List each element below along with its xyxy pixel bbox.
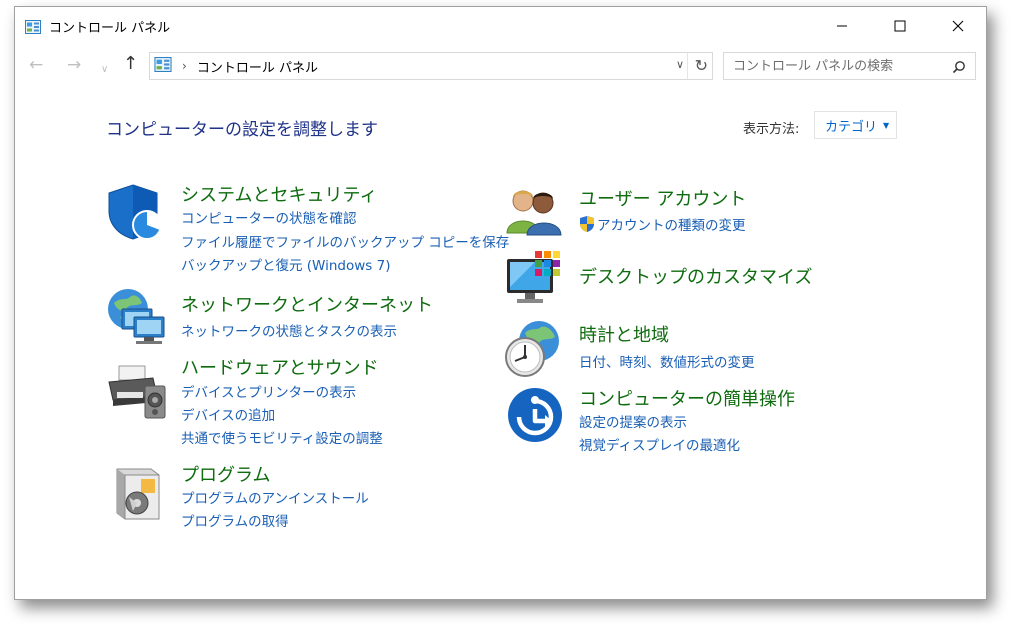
control-panel-window: コントロール パネル ← → ∨ ↑ › コントロール パネル ∨ ↻ コントロ… (14, 6, 987, 600)
link-uninstall-program[interactable]: プログラムのアンインストール (181, 487, 369, 507)
close-icon (952, 20, 964, 32)
maximize-icon (894, 20, 906, 32)
category-title-programs[interactable]: プログラム (181, 461, 270, 487)
refresh-icon[interactable]: ↻ (695, 56, 708, 75)
ease-of-access-icon[interactable] (507, 387, 563, 447)
address-divider (687, 53, 688, 79)
link-date-time-number-formats[interactable]: 日付、時刻、数値形式の変更 (579, 351, 755, 371)
close-button[interactable] (929, 7, 987, 45)
view-by-value: カテゴリ (825, 119, 878, 135)
clock-globe-icon[interactable] (503, 319, 563, 383)
page-title: コンピューターの設定を調整します (106, 120, 378, 140)
window-title: コントロール パネル (49, 21, 171, 36)
breadcrumb-control-panel[interactable]: コントロール パネル (197, 57, 318, 76)
link-add-device[interactable]: デバイスの追加 (181, 404, 275, 424)
link-mobility-settings[interactable]: 共通で使うモビリティ設定の調整 (181, 427, 383, 447)
category-title-system-security[interactable]: システムとセキュリティ (181, 181, 377, 207)
link-file-history-backup[interactable]: ファイル履歴でファイルのバックアップ コピーを保存 (181, 231, 509, 251)
dropdown-caret-icon: ▼ (883, 120, 890, 130)
category-title-ease-of-access[interactable]: コンピューターの簡単操作 (579, 385, 795, 411)
breadcrumb-separator-icon[interactable]: › (182, 59, 187, 73)
control-panel-icon (25, 19, 41, 38)
view-by-label: 表示方法: (743, 122, 800, 137)
link-backup-restore[interactable]: バックアップと復元 (Windows 7) (181, 254, 390, 274)
search-box[interactable] (723, 52, 976, 80)
search-input[interactable] (724, 53, 944, 79)
link-suggested-settings[interactable]: 設定の提案の表示 (579, 411, 687, 431)
link-devices-printers[interactable]: デバイスとプリンターの表示 (181, 381, 356, 401)
recent-locations-chevron-icon[interactable]: ∨ (101, 60, 108, 80)
link-optimize-visual-display[interactable]: 視覚ディスプレイの最適化 (579, 434, 740, 454)
category-title-desktop-customization[interactable]: デスクトップのカスタマイズ (579, 263, 812, 289)
users-icon[interactable] (505, 187, 563, 241)
shield-icon[interactable] (107, 183, 165, 245)
search-icon[interactable] (952, 59, 966, 78)
title-bar[interactable]: コントロール パネル (15, 7, 986, 45)
view-by-dropdown[interactable]: カテゴリ ▼ (814, 111, 897, 139)
link-network-status-tasks[interactable]: ネットワークの状態とタスクの表示 (181, 320, 397, 340)
navigation-bar: ← → ∨ ↑ › コントロール パネル ∨ ↻ (15, 49, 986, 83)
link-change-account-type[interactable]: アカウントの種類の変更 (579, 214, 746, 234)
up-arrow-icon[interactable]: ↑ (123, 54, 138, 74)
minimize-button[interactable] (813, 7, 871, 45)
maximize-button[interactable] (871, 7, 929, 45)
forward-arrow-icon[interactable]: → (67, 55, 81, 75)
uac-shield-icon (580, 216, 594, 232)
back-arrow-icon[interactable]: ← (29, 55, 43, 75)
link-change-account-type-label: アカウントの種類の変更 (597, 218, 746, 234)
printer-icon[interactable] (107, 362, 167, 424)
category-title-network-internet[interactable]: ネットワークとインターネット (181, 291, 433, 317)
address-dropdown-icon[interactable]: ∨ (676, 58, 684, 71)
control-panel-icon (154, 56, 172, 76)
programs-icon[interactable] (111, 465, 163, 527)
category-title-hardware-sound[interactable]: ハードウェアとサウンド (181, 354, 379, 380)
category-title-clock-region[interactable]: 時計と地域 (579, 321, 669, 347)
network-icon[interactable] (106, 287, 166, 349)
category-title-user-accounts[interactable]: ユーザー アカウント (579, 185, 746, 211)
link-get-programs[interactable]: プログラムの取得 (181, 510, 289, 530)
desktop-icon[interactable] (505, 249, 565, 311)
link-check-computer-status[interactable]: コンピューターの状態を確認 (181, 207, 357, 227)
address-bar[interactable]: › コントロール パネル ∨ ↻ (149, 52, 713, 80)
minimize-icon (837, 25, 847, 27)
